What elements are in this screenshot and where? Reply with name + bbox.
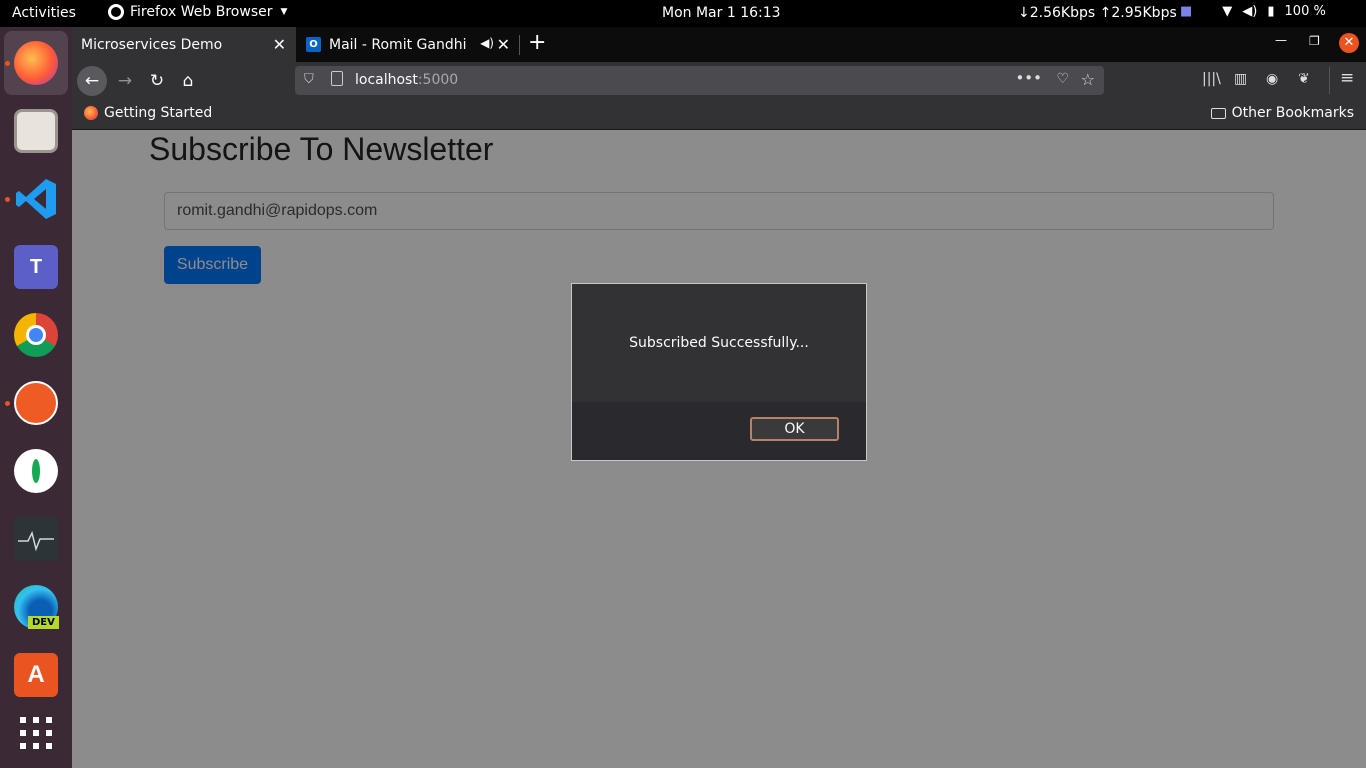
battery-icon: ▮	[1267, 4, 1275, 19]
activities-button[interactable]: Activities	[12, 5, 76, 21]
toolbar-separator	[1329, 67, 1330, 94]
speaker-icon[interactable]: ◀)	[480, 36, 494, 50]
close-window-button[interactable]: ✕	[1339, 33, 1359, 53]
bookmarks-toolbar: Getting Started Other Bookmarks	[72, 99, 1366, 130]
network-speed[interactable]: ↓2.56Kbps ↑2.95Kbps	[1018, 5, 1177, 21]
dock-files[interactable]	[4, 99, 68, 163]
home-button[interactable]: ⌂	[173, 66, 203, 96]
maximize-button[interactable]: ❐	[1309, 34, 1320, 48]
tab-title: Microservices Demo	[81, 36, 223, 53]
teams-icon: T	[14, 245, 58, 289]
extension-icon[interactable]: ❦	[1298, 71, 1310, 87]
bookmark-star-icon[interactable]: ☆	[1081, 70, 1095, 89]
new-tab-button[interactable]: +	[528, 30, 546, 55]
edge-dev-badge: DEV	[28, 616, 59, 629]
system-tray[interactable]: ■ ▼ ◀) ▮ 100 %	[1180, 4, 1326, 19]
bookmark-label: Getting Started	[104, 105, 213, 121]
minimize-button[interactable]: —	[1275, 33, 1287, 47]
url-port: :5000	[417, 72, 459, 88]
reload-button[interactable]: ↻	[142, 66, 172, 96]
app-menu-label: Firefox Web Browser	[130, 4, 273, 20]
other-bookmarks[interactable]: Other Bookmarks	[1210, 105, 1354, 121]
tab-title: Mail - Romit Gandhi -	[329, 36, 469, 53]
volume-icon: ◀)	[1242, 4, 1258, 19]
running-indicator	[5, 401, 10, 406]
running-indicator	[5, 61, 10, 66]
dock-chrome[interactable]	[4, 303, 68, 367]
hamburger-menu-icon[interactable]: ≡	[1340, 68, 1354, 88]
battery-level: 100 %	[1284, 4, 1326, 19]
url-bar[interactable]: ⛉ localhost:5000 ••• ♡ ☆	[295, 66, 1104, 95]
close-tab-icon[interactable]: ✕	[273, 35, 286, 54]
tab-microservices-demo[interactable]: Microservices Demo ✕	[72, 27, 296, 62]
account-icon[interactable]: ◉	[1266, 71, 1278, 87]
app-menu[interactable]: Firefox Web Browser ▼	[108, 4, 287, 20]
dock-firefox[interactable]	[4, 31, 68, 95]
navigation-toolbar: ← → ↻ ⌂ ⛉ localhost:5000 ••• ♡ ☆ |||\ ▥ …	[72, 62, 1366, 99]
firefox-icon	[84, 106, 98, 120]
show-apps-icon	[20, 717, 52, 749]
forward-button[interactable]: →	[110, 66, 140, 96]
close-tab-icon[interactable]: ✕	[497, 35, 510, 54]
dock-vscode[interactable]	[4, 167, 68, 231]
firefox-icon	[14, 41, 58, 85]
dock-system-monitor[interactable]	[4, 507, 68, 571]
back-button[interactable]: ←	[77, 66, 107, 96]
tab-separator	[519, 35, 520, 55]
caret-down-icon: ▼	[280, 7, 288, 17]
tab-mail[interactable]: O Mail - Romit Gandhi - ◀) ✕	[298, 27, 520, 62]
system-monitor-icon	[14, 517, 58, 561]
tracking-protection-icon[interactable]: ⛉	[304, 72, 314, 87]
ok-button[interactable]: OK	[750, 417, 839, 441]
tab-bar: Microservices Demo ✕ O Mail - Romit Gand…	[72, 27, 1366, 62]
dock-postman[interactable]	[4, 371, 68, 435]
dock-mongodb[interactable]	[4, 439, 68, 503]
dialog-footer: OK	[572, 402, 866, 460]
software-center-icon: A	[14, 653, 58, 697]
dialog-message: Subscribed Successfully...	[629, 335, 809, 351]
chrome-icon	[14, 313, 58, 357]
postman-icon	[14, 381, 58, 425]
firefox-icon	[108, 4, 124, 20]
page-info-icon[interactable]	[331, 71, 343, 86]
page-actions-icon[interactable]: •••	[1015, 69, 1042, 87]
outlook-icon: O	[306, 37, 321, 52]
library-icon[interactable]: |||\	[1202, 71, 1221, 87]
alert-dialog: Subscribed Successfully... OK	[571, 283, 867, 461]
dock-software-center[interactable]: A	[4, 643, 68, 707]
bookmark-getting-started[interactable]: Getting Started	[84, 105, 212, 121]
show-applications-button[interactable]	[4, 701, 68, 765]
url-host: localhost	[355, 72, 418, 88]
running-indicator	[5, 197, 10, 202]
sidebar-icon[interactable]: ▥	[1234, 71, 1247, 87]
bookmark-label: Other Bookmarks	[1231, 105, 1354, 121]
teams-tray-icon[interactable]: ■	[1180, 4, 1192, 19]
url-text[interactable]: localhost:5000	[355, 72, 458, 88]
dock-teams[interactable]: T	[4, 235, 68, 299]
vscode-icon	[16, 179, 56, 219]
folder-icon	[1210, 107, 1226, 119]
pocket-icon[interactable]: ♡	[1056, 71, 1069, 87]
files-icon	[14, 109, 58, 153]
clock[interactable]: Mon Mar 1 16:13	[662, 5, 781, 21]
mongodb-compass-icon	[14, 449, 58, 493]
wifi-icon: ▼	[1222, 4, 1233, 19]
system-top-bar: Activities Firefox Web Browser ▼ Mon Mar…	[0, 0, 1366, 27]
dock-edge-dev[interactable]: DEV	[4, 575, 68, 639]
dialog-body: Subscribed Successfully...	[572, 284, 866, 402]
dock: T DEV A	[0, 27, 72, 768]
